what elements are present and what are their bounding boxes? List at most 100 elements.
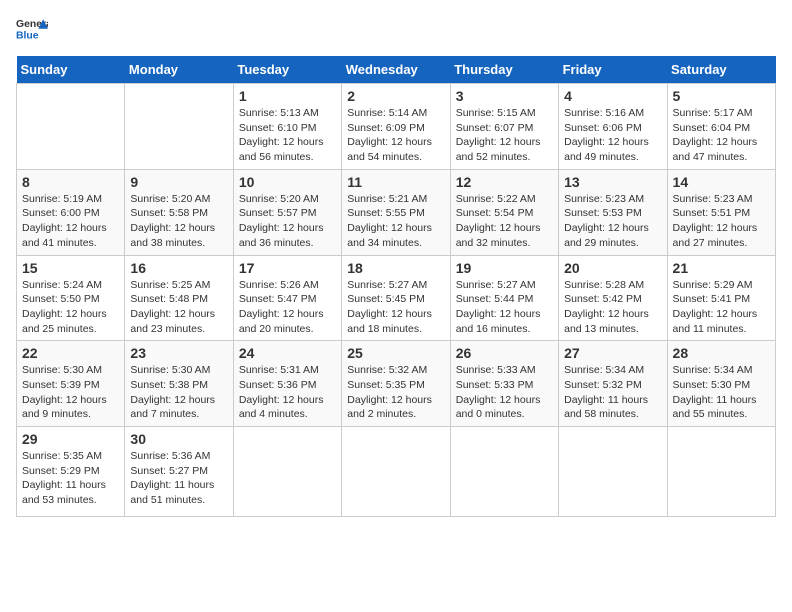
day-cell-13: 13 Sunrise: 5:23 AMSunset: 5:53 PMDayligh… [559,169,667,255]
logo: General Blue [16,16,48,44]
day-info: Sunrise: 5:15 AMSunset: 6:07 PMDaylight:… [456,106,553,165]
day-info: Sunrise: 5:26 AMSunset: 5:47 PMDaylight:… [239,278,336,337]
day-info: Sunrise: 5:27 AMSunset: 5:44 PMDaylight:… [456,278,553,337]
day-cell-5: 5 Sunrise: 5:17 AMSunset: 6:04 PMDaylight… [667,84,775,170]
day-info: Sunrise: 5:34 AMSunset: 5:30 PMDaylight:… [673,363,770,422]
day-info: Sunrise: 5:13 AMSunset: 6:10 PMDaylight:… [239,106,336,165]
day-info: Sunrise: 5:20 AMSunset: 5:57 PMDaylight:… [239,192,336,251]
day-cell-26: 26Sunrise: 5:33 AMSunset: 5:33 PMDayligh… [450,341,558,427]
day-info: Sunrise: 5:21 AMSunset: 5:55 PMDaylight:… [347,192,444,251]
day-cell-12: 12 Sunrise: 5:22 AMSunset: 5:54 PMDayligh… [450,169,558,255]
day-cell-24: 24 Sunrise: 5:31 AMSunset: 5:36 PMDayligh… [233,341,341,427]
day-number: 13 [564,174,661,190]
day-info: Sunrise: 5:24 AMSunset: 5:50 PMDaylight:… [22,278,119,337]
day-info: Sunrise: 5:28 AMSunset: 5:42 PMDaylight:… [564,278,661,337]
day-info: Sunrise: 5:30 AMSunset: 5:38 PMDaylight:… [130,363,227,422]
day-info: Sunrise: 5:31 AMSunset: 5:36 PMDaylight:… [239,363,336,422]
day-cell-10: 10 Sunrise: 5:20 AMSunset: 5:57 PMDayligh… [233,169,341,255]
day-cell-21: 21 Sunrise: 5:29 AMSunset: 5:41 PMDayligh… [667,255,775,341]
day-number: 28 [673,345,770,361]
day-info: Sunrise: 5:17 AMSunset: 6:04 PMDaylight:… [673,106,770,165]
calendar-table: SundayMondayTuesdayWednesdayThursdayFrid… [16,56,776,517]
day-number: 17 [239,260,336,276]
day-header-sunday: Sunday [17,56,125,84]
day-info: Sunrise: 5:27 AMSunset: 5:45 PMDaylight:… [347,278,444,337]
day-number: 15 [22,260,119,276]
day-header-wednesday: Wednesday [342,56,450,84]
day-info: Sunrise: 5:23 AMSunset: 5:51 PMDaylight:… [673,192,770,251]
day-info: Sunrise: 5:34 AMSunset: 5:32 PMDaylight:… [564,363,661,422]
day-info: Sunrise: 5:29 AMSunset: 5:41 PMDaylight:… [673,278,770,337]
day-info: Sunrise: 5:25 AMSunset: 5:48 PMDaylight:… [130,278,227,337]
day-header-tuesday: Tuesday [233,56,341,84]
day-info: Sunrise: 5:22 AMSunset: 5:54 PMDaylight:… [456,192,553,251]
day-number: 4 [564,88,661,104]
day-cell-4: 4Sunrise: 5:16 AMSunset: 6:06 PMDaylight… [559,84,667,170]
day-cell-2: 2 Sunrise: 5:14 AMSunset: 6:09 PMDaylight… [342,84,450,170]
week-row-4: 22 Sunrise: 5:30 AMSunset: 5:39 PMDayligh… [17,341,776,427]
day-header-saturday: Saturday [667,56,775,84]
empty-day-cell [559,427,667,517]
day-number: 27 [564,345,661,361]
day-cell-20: 20 Sunrise: 5:28 AMSunset: 5:42 PMDayligh… [559,255,667,341]
day-number: 21 [673,260,770,276]
day-info: Sunrise: 5:23 AMSunset: 5:53 PMDaylight:… [564,192,661,251]
day-number: 20 [564,260,661,276]
day-header-friday: Friday [559,56,667,84]
day-cell-1: 1 Sunrise: 5:13 AMSunset: 6:10 PMDaylight… [233,84,341,170]
empty-day-cell [450,427,558,517]
week-row-3: 15 Sunrise: 5:24 AMSunset: 5:50 PMDayligh… [17,255,776,341]
day-cell-9: 9Sunrise: 5:20 AMSunset: 5:58 PMDaylight… [125,169,233,255]
empty-day-cell [667,427,775,517]
day-number: 22 [22,345,119,361]
day-number: 1 [239,88,336,104]
day-cell-22: 22 Sunrise: 5:30 AMSunset: 5:39 PMDayligh… [17,341,125,427]
day-cell-8: 8 Sunrise: 5:19 AMSunset: 6:00 PMDaylight… [17,169,125,255]
logo-icon: General Blue [16,16,48,44]
days-header-row: SundayMondayTuesdayWednesdayThursdayFrid… [17,56,776,84]
day-info: Sunrise: 5:35 AMSunset: 5:29 PMDaylight:… [22,449,119,508]
day-info: Sunrise: 5:30 AMSunset: 5:39 PMDaylight:… [22,363,119,422]
empty-day-cell [125,84,233,170]
week-row-1: 1 Sunrise: 5:13 AMSunset: 6:10 PMDaylight… [17,84,776,170]
day-info: Sunrise: 5:19 AMSunset: 6:00 PMDaylight:… [22,192,119,251]
day-number: 2 [347,88,444,104]
page-header: General Blue [16,16,776,44]
day-number: 5 [673,88,770,104]
day-number: 24 [239,345,336,361]
day-cell-28: 28 Sunrise: 5:34 AMSunset: 5:30 PMDayligh… [667,341,775,427]
day-number: 14 [673,174,770,190]
day-info: Sunrise: 5:33 AMSunset: 5:33 PMDaylight:… [456,363,553,422]
day-number: 16 [130,260,227,276]
day-cell-18: 18Sunrise: 5:27 AMSunset: 5:45 PMDayligh… [342,255,450,341]
day-number: 25 [347,345,444,361]
day-cell-25: 25 Sunrise: 5:32 AMSunset: 5:35 PMDayligh… [342,341,450,427]
day-cell-16: 16 Sunrise: 5:25 AMSunset: 5:48 PMDayligh… [125,255,233,341]
empty-day-cell [233,427,341,517]
day-header-thursday: Thursday [450,56,558,84]
day-cell-27: 27 Sunrise: 5:34 AMSunset: 5:32 PMDayligh… [559,341,667,427]
day-number: 8 [22,174,119,190]
day-number: 9 [130,174,227,190]
day-number: 10 [239,174,336,190]
day-cell-23: 23 Sunrise: 5:30 AMSunset: 5:38 PMDayligh… [125,341,233,427]
day-header-monday: Monday [125,56,233,84]
day-cell-19: 19Sunrise: 5:27 AMSunset: 5:44 PMDayligh… [450,255,558,341]
week-row-2: 8 Sunrise: 5:19 AMSunset: 6:00 PMDaylight… [17,169,776,255]
day-cell-29: 29Sunrise: 5:35 AMSunset: 5:29 PMDayligh… [17,427,125,517]
day-info: Sunrise: 5:32 AMSunset: 5:35 PMDaylight:… [347,363,444,422]
empty-day-cell [342,427,450,517]
empty-day-cell [17,84,125,170]
day-cell-15: 15 Sunrise: 5:24 AMSunset: 5:50 PMDayligh… [17,255,125,341]
day-cell-14: 14 Sunrise: 5:23 AMSunset: 5:51 PMDayligh… [667,169,775,255]
day-info: Sunrise: 5:14 AMSunset: 6:09 PMDaylight:… [347,106,444,165]
week-row-5: 29Sunrise: 5:35 AMSunset: 5:29 PMDayligh… [17,427,776,517]
day-number: 23 [130,345,227,361]
day-cell-3: 3 Sunrise: 5:15 AMSunset: 6:07 PMDaylight… [450,84,558,170]
day-number: 3 [456,88,553,104]
svg-text:Blue: Blue [16,30,39,41]
day-number: 12 [456,174,553,190]
day-cell-30: 30 Sunrise: 5:36 AMSunset: 5:27 PMDayligh… [125,427,233,517]
day-number: 30 [130,431,227,447]
day-info: Sunrise: 5:36 AMSunset: 5:27 PMDaylight:… [130,449,227,508]
